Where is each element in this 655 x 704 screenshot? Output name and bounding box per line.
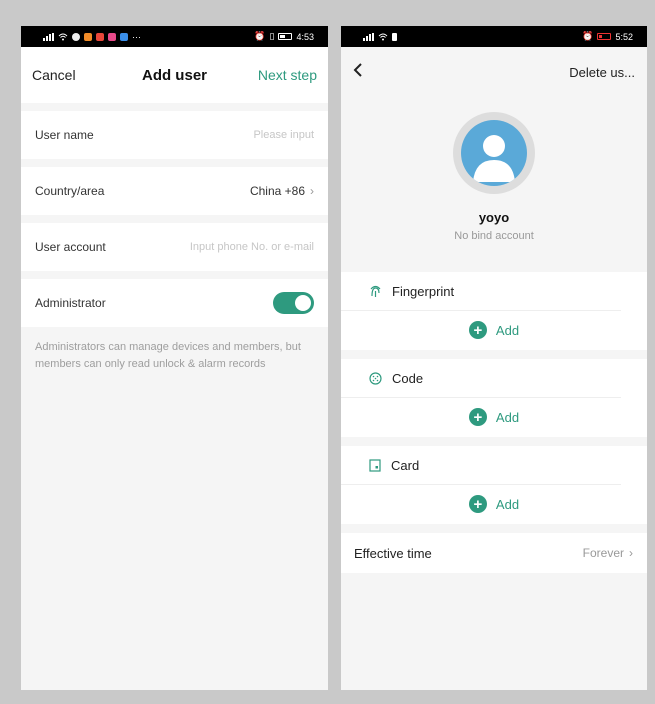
nav-bar: Cancel Add user Next step — [21, 47, 328, 103]
wifi-icon — [378, 33, 388, 40]
user-account-label: User account — [35, 240, 106, 254]
add-user-screen: ··· ⏰ ▯ 4:53 Cancel Add user Next step U… — [21, 26, 328, 690]
cancel-button[interactable]: Cancel — [32, 67, 76, 83]
app-icon — [96, 32, 104, 41]
effective-time-label: Effective time — [354, 545, 432, 561]
country-area-row[interactable]: Country/area China +86 › — [21, 167, 328, 215]
keypad-icon — [369, 371, 382, 385]
app-icon — [108, 32, 116, 41]
status-time: 4:53 — [296, 31, 314, 42]
vibrate-icon: ▯ — [269, 31, 275, 41]
country-area-label: Country/area — [35, 184, 105, 198]
effective-time-row[interactable]: Effective time Forever › — [341, 533, 647, 573]
administrator-row: Administrator — [21, 279, 328, 327]
plus-icon: + — [468, 408, 487, 426]
user-silhouette-icon — [473, 135, 515, 182]
user-name-row[interactable]: User name Please input — [21, 111, 328, 159]
add-code-button[interactable]: + Add — [341, 398, 647, 436]
fingerprint-icon — [370, 285, 381, 297]
plus-icon: + — [468, 321, 487, 339]
toggle-knob — [295, 295, 311, 311]
add-card-button[interactable]: + Add — [341, 485, 647, 523]
add-label: Add — [495, 322, 520, 338]
signal-icon — [43, 32, 54, 41]
effective-time-value: Forever — [582, 546, 624, 560]
app-icon — [72, 32, 80, 41]
add-label: Add — [495, 409, 520, 425]
code-section: Code + Add — [341, 359, 647, 437]
alarm-icon: ⏰ — [582, 31, 594, 41]
user-account-input[interactable]: Input phone No. or e-mail — [190, 241, 314, 253]
user-name-input[interactable]: Please input — [253, 129, 314, 141]
chevron-right-icon: › — [629, 546, 633, 560]
user-profile: yoyo No bind account — [341, 97, 647, 272]
user-detail-screen: ⏰ 5:52 Delete us... yoyo No bind account — [341, 26, 647, 690]
alarm-icon: ⏰ — [254, 31, 266, 41]
chevron-right-icon: › — [310, 184, 314, 198]
user-name-label: User name — [35, 128, 94, 142]
add-label: Add — [495, 496, 520, 512]
battery-icon — [597, 33, 612, 40]
card-section: Card + Add — [341, 446, 647, 524]
plus-icon: + — [468, 495, 487, 513]
signal-icon — [363, 32, 374, 41]
fingerprint-label: Fingerprint — [392, 283, 455, 299]
nav-bar: Delete us... — [341, 47, 647, 97]
administrator-note: Administrators can manage devices and me… — [35, 341, 301, 370]
country-area-value: China +86 — [249, 184, 305, 198]
chevron-left-icon[interactable] — [353, 61, 363, 84]
bind-status: No bind account — [454, 230, 534, 242]
card-icon — [369, 458, 381, 472]
wifi-icon — [58, 33, 68, 40]
status-bar: ··· ⏰ ▯ 4:53 — [21, 26, 328, 47]
avatar — [461, 120, 527, 186]
administrator-label: Administrator — [35, 296, 106, 310]
fingerprint-section: Fingerprint + Add — [341, 272, 647, 350]
app-icon — [120, 32, 128, 41]
card-label: Card — [391, 457, 420, 473]
battery-icon — [278, 33, 293, 40]
code-label: Code — [392, 370, 424, 386]
status-bar: ⏰ 5:52 — [341, 26, 647, 47]
app-icon — [84, 32, 92, 41]
next-step-button[interactable]: Next step — [258, 67, 317, 83]
delete-user-button[interactable]: Delete us... — [569, 65, 635, 80]
add-fingerprint-button[interactable]: + Add — [341, 311, 647, 349]
administrator-toggle[interactable] — [273, 292, 314, 314]
more-notifications-indicator: ··· — [132, 31, 141, 42]
status-time: 5:52 — [615, 31, 633, 42]
sim-icon — [392, 32, 397, 41]
user-name: yoyo — [478, 210, 510, 225]
user-account-row[interactable]: User account Input phone No. or e-mail — [21, 223, 328, 271]
